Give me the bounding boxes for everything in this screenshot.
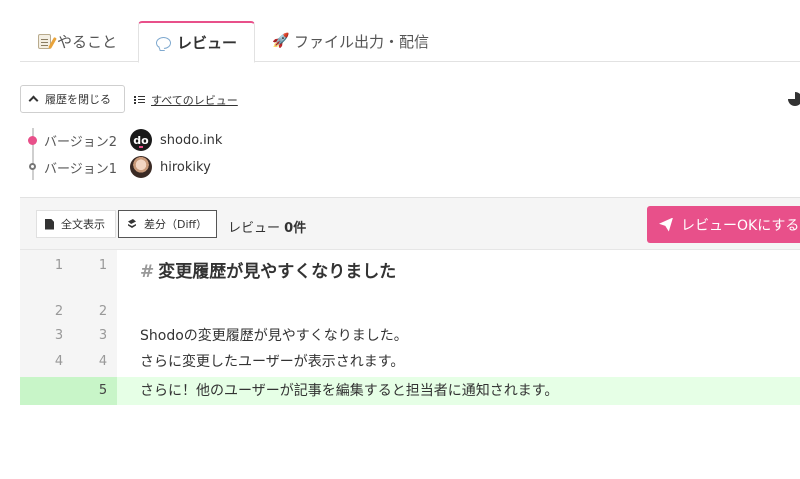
full-view-label: 全文表示 <box>61 218 105 231</box>
old-line-number: 4 <box>54 354 64 369</box>
rocket-icon: 🚀 <box>272 33 290 49</box>
version-dot <box>29 163 36 170</box>
diff-line: 4 4 さらに変更したユーザーが表示されます。 <box>20 351 800 373</box>
new-line-number: 5 <box>98 383 108 398</box>
version-item[interactable]: バージョン1 hirokiky <box>44 156 211 178</box>
diff-line-text: Shodoの変更履歴が見やすくなりました。 <box>140 328 408 344</box>
new-line-number: 4 <box>98 354 108 369</box>
all-reviews-label: すべてのレビュー <box>151 94 238 107</box>
diff-line: 3 3 Shodoの変更履歴が見やすくなりました。 <box>20 325 800 347</box>
speech-bubble-icon <box>155 36 171 49</box>
version-user: hirokiky <box>160 159 211 175</box>
diff-line-added: 5 さらに！他のユーザーが記事を編集すると担当者に通知されます。 <box>20 377 800 405</box>
pie-chart-icon[interactable] <box>788 92 800 106</box>
diff-button[interactable]: 差分（Diff） <box>118 210 217 238</box>
version-user: shodo.ink <box>160 132 223 148</box>
all-reviews-link[interactable]: すべてのレビュー <box>134 92 238 108</box>
version-dot-current <box>28 136 37 145</box>
paper-plane-icon <box>659 217 673 232</box>
old-line-number: 2 <box>54 304 64 319</box>
review-ok-button[interactable]: レビューOKにする <box>647 206 800 243</box>
avatar <box>130 156 152 178</box>
full-view-button[interactable]: 全文表示 <box>36 210 116 238</box>
heading-text: 変更履歴が見やすくなりました <box>158 262 397 282</box>
review-count: レビュー 0件 <box>228 217 306 236</box>
tab-review[interactable]: レビュー <box>138 21 255 63</box>
diff-line: 1 1 # 変更履歴が見やすくなりました <box>20 258 800 289</box>
diff-toolbar: 全文表示 差分（Diff） レビュー 0件 レビューOKにする <box>20 198 800 250</box>
tab-todo-label: やること <box>57 32 118 51</box>
new-line-number: 1 <box>98 258 108 273</box>
tab-export-label: ファイル出力・配信 <box>294 32 430 51</box>
document-icon <box>45 218 54 230</box>
diff-line-text: # 変更履歴が見やすくなりました <box>140 261 396 283</box>
heading-marker: # <box>140 262 155 282</box>
chevron-up-icon <box>28 95 39 106</box>
tab-bar: やること レビュー 🚀 ファイル出力・配信 <box>20 20 800 63</box>
diff-line-text: さらに変更したユーザーが表示されます。 <box>140 354 405 370</box>
old-line-number: 1 <box>54 258 64 273</box>
close-history-button[interactable]: 履歴を閉じる <box>20 85 125 113</box>
diff-panel: 全文表示 差分（Diff） レビュー 0件 レビューOKにする 1 1 # 変更履… <box>20 197 800 405</box>
version-label: バージョン1 <box>44 161 118 177</box>
close-history-label: 履歴を閉じる <box>45 93 111 106</box>
review-count-label: レビュー <box>228 221 281 236</box>
diff-line: 2 2 <box>20 301 800 323</box>
old-line-number: 3 <box>54 328 64 343</box>
review-count-value: 0件 <box>284 221 307 236</box>
version-label: バージョン2 <box>44 134 118 150</box>
tab-review-label: レビュー <box>176 34 237 52</box>
layers-icon <box>127 219 138 229</box>
list-icon <box>134 95 145 105</box>
diff-line-text: さらに！他のユーザーが記事を編集すると担当者に通知されます。 <box>140 383 559 399</box>
new-line-number: 2 <box>98 304 108 319</box>
tab-todo[interactable]: やること <box>38 20 117 62</box>
new-line-number: 3 <box>98 328 108 343</box>
tab-export[interactable]: 🚀 ファイル出力・配信 <box>272 20 429 62</box>
avatar: do <box>130 129 152 151</box>
review-ok-label: レビューOKにする <box>681 217 800 234</box>
memo-icon <box>38 33 51 49</box>
diff-label: 差分（Diff） <box>144 218 208 231</box>
version-item[interactable]: バージョン2 do shodo.ink <box>44 129 222 151</box>
avatar-text: do <box>133 133 149 147</box>
